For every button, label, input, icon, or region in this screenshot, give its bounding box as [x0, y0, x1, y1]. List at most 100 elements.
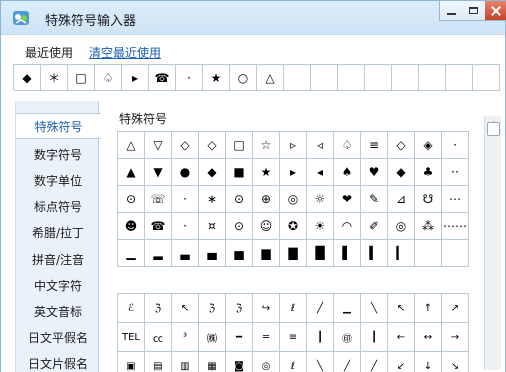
symbol-cell[interactable]: ◃	[307, 132, 334, 159]
symbol-cell[interactable]: ³	[172, 323, 199, 352]
recent-symbol-cell[interactable]: △	[257, 65, 284, 91]
symbol-cell[interactable]: ℓ	[280, 294, 307, 323]
symbol-cell[interactable]: ●	[172, 159, 199, 186]
symbol-cell[interactable]: ㈱	[199, 323, 226, 352]
symbol-cell[interactable]: ☋	[415, 186, 442, 213]
symbol-cell[interactable]: ♤	[334, 132, 361, 159]
recent-symbol-cell[interactable]: ＊	[41, 65, 68, 91]
recent-symbol-cell[interactable]: ◆	[14, 65, 41, 91]
symbol-cell[interactable]: ▃	[172, 240, 199, 267]
recent-symbol-cell[interactable]	[446, 65, 473, 91]
symbol-cell[interactable]: ♠	[334, 159, 361, 186]
sidebar-item-3[interactable]: 数字单位	[16, 167, 100, 193]
symbol-cell[interactable]: ·	[172, 213, 199, 240]
symbol-cell[interactable]: ▅	[226, 240, 253, 267]
symbol-cell[interactable]: ◂	[307, 159, 334, 186]
symbol-cell[interactable]: ㊞	[334, 323, 361, 352]
symbol-cell[interactable]: ℰ	[118, 294, 145, 323]
symbol-cell[interactable]: ◆	[388, 159, 415, 186]
symbol-cell[interactable]: ▹	[280, 132, 307, 159]
symbol-cell[interactable]: ·	[172, 186, 199, 213]
symbol-cell[interactable]: ℓ	[280, 352, 307, 372]
symbol-cell[interactable]: TEL	[118, 323, 145, 352]
symbol-cell[interactable]: ♣	[415, 159, 442, 186]
symbol-cell[interactable]: ▲	[118, 159, 145, 186]
symbol-cell[interactable]: ◠	[334, 213, 361, 240]
symbol-cell[interactable]: ↙	[388, 352, 415, 372]
symbol-cell[interactable]: ⊙	[226, 186, 253, 213]
symbol-cell[interactable]: ◎	[388, 213, 415, 240]
symbol-cell[interactable]: →	[442, 323, 469, 352]
sidebar-item-10[interactable]: 日文片假名	[16, 350, 100, 372]
symbol-cell[interactable]: ═	[253, 323, 280, 352]
symbol-cell[interactable]: ✪	[280, 213, 307, 240]
symbol-cell[interactable]: ▁	[334, 294, 361, 323]
symbol-cell[interactable]: ◈	[415, 132, 442, 159]
sidebar-item-2[interactable]: 数字符号	[16, 141, 100, 167]
symbol-cell[interactable]: ·	[442, 132, 469, 159]
recent-symbol-cell[interactable]	[365, 65, 392, 91]
symbol-cell[interactable]: □	[226, 132, 253, 159]
symbol-cell[interactable]: ㏄	[145, 323, 172, 352]
close-button[interactable]	[485, 1, 506, 21]
symbol-cell[interactable]: ◎	[253, 352, 280, 372]
symbol-cell[interactable]: ╲	[307, 352, 334, 372]
symbol-cell[interactable]: ≡	[361, 132, 388, 159]
symbol-cell[interactable]: ↑	[415, 294, 442, 323]
symbol-cell[interactable]: ╱	[361, 352, 388, 372]
clear-recent-link[interactable]: 清空最近使用	[89, 44, 161, 61]
recent-symbol-cell[interactable]	[392, 65, 419, 91]
recent-symbol-cell[interactable]: ▸	[122, 65, 149, 91]
symbol-cell[interactable]: ⊙	[226, 213, 253, 240]
symbol-cell[interactable]: ▌	[334, 240, 361, 267]
symbol-cell[interactable]: ℨ	[226, 294, 253, 323]
symbol-cell[interactable]: ❤	[334, 186, 361, 213]
symbol-cell[interactable]: ▄	[199, 240, 226, 267]
vertical-scrollbar[interactable]: ▲	[484, 116, 501, 370]
symbol-cell[interactable]: ▂	[145, 240, 172, 267]
symbol-cell[interactable]: ⊙	[118, 186, 145, 213]
symbol-cell[interactable]: ☎	[145, 213, 172, 240]
symbol-cell[interactable]: ↖	[388, 294, 415, 323]
symbol-cell[interactable]: ↘	[442, 352, 469, 372]
symbol-cell[interactable]: ☏	[145, 186, 172, 213]
symbol-cell[interactable]: ✎	[361, 186, 388, 213]
symbol-cell[interactable]: ▆	[253, 240, 280, 267]
symbol-cell[interactable]: ━	[226, 323, 253, 352]
recent-symbol-cell[interactable]	[419, 65, 446, 91]
symbol-cell[interactable]: ◇	[388, 132, 415, 159]
sidebar-item-1[interactable]: 特殊符号	[16, 113, 101, 139]
symbol-cell[interactable]: ◇	[172, 132, 199, 159]
symbol-cell[interactable]: █	[307, 240, 334, 267]
symbol-cell[interactable]: ☺	[253, 213, 280, 240]
maximize-button[interactable]	[462, 1, 486, 21]
scroll-thumb[interactable]	[487, 122, 500, 136]
symbol-cell[interactable]: ▍	[361, 240, 388, 267]
symbol-cell[interactable]: ··	[442, 159, 469, 186]
symbol-cell[interactable]: ▇	[280, 240, 307, 267]
sidebar-item-9[interactable]: 日文平假名	[16, 324, 100, 350]
recent-symbol-cell[interactable]	[311, 65, 338, 91]
symbol-cell[interactable]: ◆	[199, 159, 226, 186]
symbol-cell[interactable]: ▎	[388, 240, 415, 267]
symbol-cell[interactable]: ▣	[118, 352, 145, 372]
sidebar-item-7[interactable]: 中文字符	[16, 272, 100, 298]
recent-symbol-cell[interactable]: ♤	[95, 65, 122, 91]
recent-symbol-cell[interactable]	[473, 65, 500, 91]
symbol-cell[interactable]: ⊕	[253, 186, 280, 213]
recent-symbol-cell[interactable]: ○	[230, 65, 257, 91]
symbol-cell[interactable]: ▁	[118, 240, 145, 267]
symbol-cell[interactable]: ☀	[307, 213, 334, 240]
minimize-button[interactable]	[439, 1, 463, 21]
symbol-cell[interactable]: ¤	[199, 213, 226, 240]
symbol-cell[interactable]: ↓	[415, 352, 442, 372]
symbol-cell[interactable]: ℨ	[145, 294, 172, 323]
symbol-cell[interactable]: ⋯	[442, 186, 469, 213]
symbol-cell[interactable]: ≡	[280, 323, 307, 352]
recent-symbol-cell[interactable]: ☎	[149, 65, 176, 91]
symbol-cell[interactable]: ⊿	[388, 186, 415, 213]
symbol-cell[interactable]: ☆	[253, 132, 280, 159]
recent-symbol-cell[interactable]: □	[68, 65, 95, 91]
recent-symbol-cell[interactable]	[338, 65, 365, 91]
symbol-cell[interactable]: ←	[388, 323, 415, 352]
